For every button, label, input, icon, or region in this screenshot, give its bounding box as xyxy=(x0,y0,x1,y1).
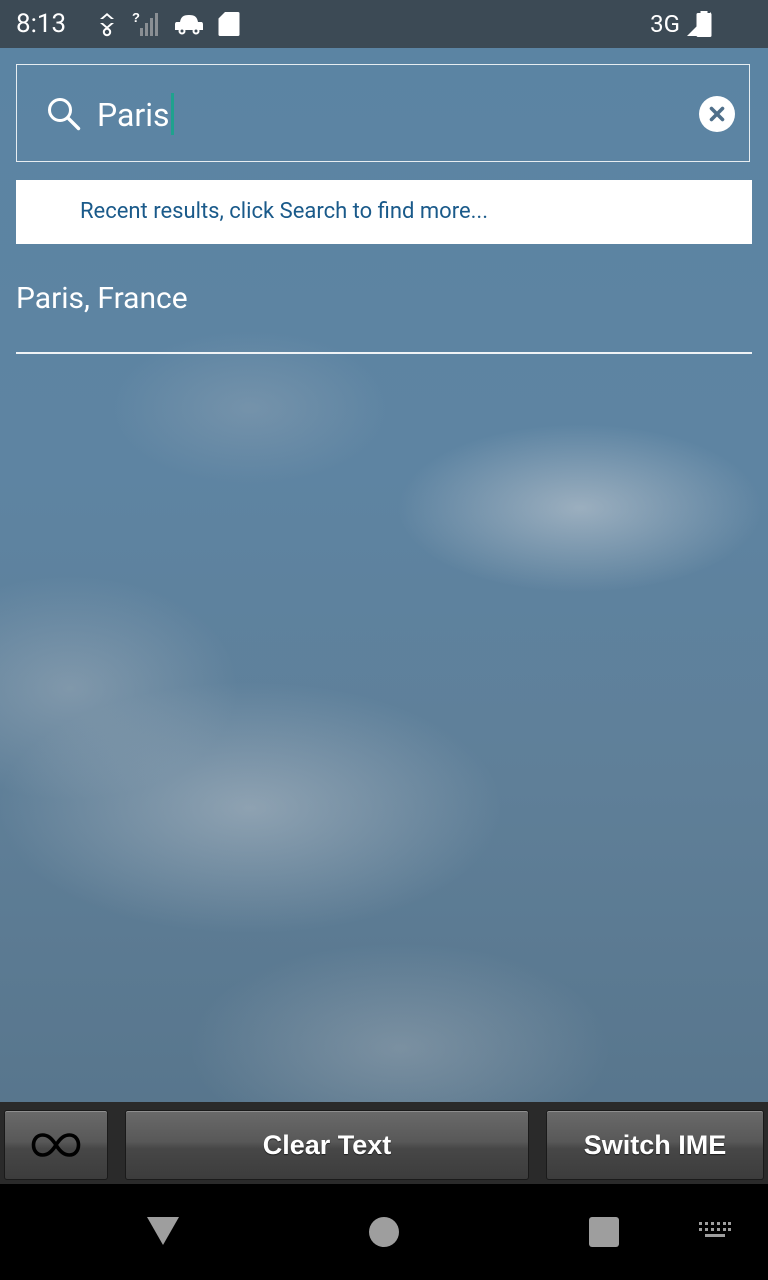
sky-background: Paris Recent results, click Search to fi… xyxy=(0,48,768,1102)
status-bar: 8:13 ? 3G xyxy=(0,0,768,48)
car-icon xyxy=(175,15,203,35)
infinity-icon xyxy=(31,1133,81,1157)
download-icon xyxy=(100,13,114,37)
search-query-text: Paris xyxy=(97,96,170,134)
infinity-button[interactable] xyxy=(4,1110,108,1180)
recents-icon[interactable] xyxy=(589,1217,619,1247)
svg-text:?: ? xyxy=(132,10,140,25)
sd-card-icon xyxy=(218,12,240,36)
status-time: 8:13 xyxy=(16,9,67,39)
result-label: Paris, France xyxy=(16,281,188,316)
switch-ime-button[interactable]: Switch IME xyxy=(546,1110,764,1180)
network-type: 3G xyxy=(650,10,680,38)
no-signal-icon: ? xyxy=(132,10,158,36)
keyboard-icon[interactable] xyxy=(699,1222,731,1240)
clear-icon[interactable] xyxy=(699,96,735,132)
search-input[interactable]: Paris xyxy=(16,64,750,162)
recent-results-text: Recent results, click Search to find mor… xyxy=(80,199,489,224)
clear-text-button[interactable]: Clear Text xyxy=(125,1110,529,1180)
text-caret xyxy=(170,93,174,135)
search-query[interactable]: Paris xyxy=(97,93,174,135)
status-notification-icons: ? xyxy=(96,10,240,38)
back-icon[interactable] xyxy=(146,1216,180,1246)
home-icon[interactable] xyxy=(369,1217,399,1247)
bottom-toolbar: Clear Text Switch IME xyxy=(0,1102,768,1184)
search-icon[interactable] xyxy=(47,97,81,131)
list-item[interactable]: Paris, France xyxy=(16,260,752,354)
navigation-bar xyxy=(0,1184,768,1280)
recent-results-banner: Recent results, click Search to find mor… xyxy=(16,180,752,244)
battery-icon xyxy=(696,11,712,37)
